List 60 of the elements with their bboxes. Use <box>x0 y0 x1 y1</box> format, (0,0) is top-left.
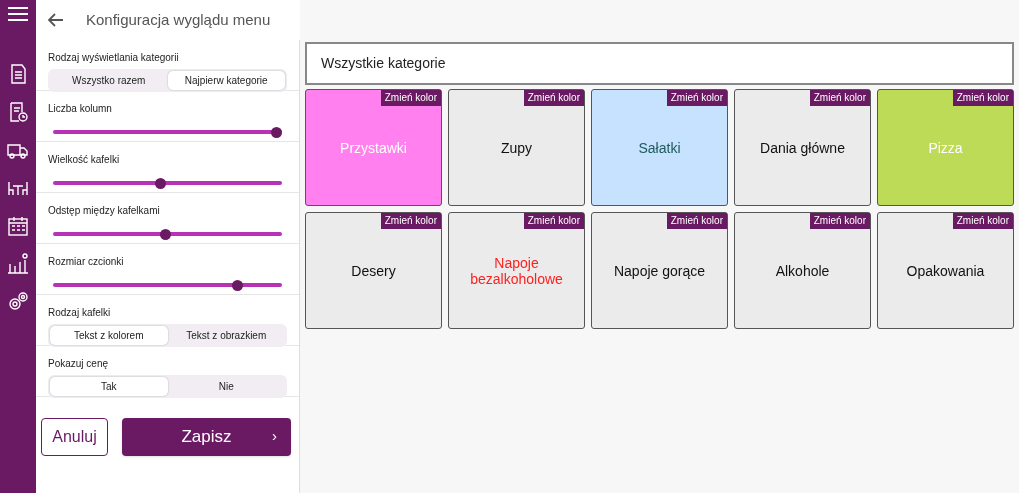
category-tile[interactable]: Zmień kolor Przystawki <box>305 89 442 206</box>
tile-label: Desery <box>351 262 396 279</box>
chevron-icon: › <box>272 425 277 448</box>
segment-option[interactable]: Najpierw kategorie <box>167 71 285 90</box>
change-color-button[interactable]: Zmień kolor <box>380 213 441 229</box>
setting-label: Wielkość kafelki <box>47 153 121 167</box>
setting-label: Pokazuj cenę <box>47 357 110 371</box>
slider-thumb[interactable] <box>231 279 243 291</box>
slider[interactable] <box>53 279 282 291</box>
category-tile[interactable]: Zmień kolor Alkohole <box>734 212 871 329</box>
calendar-icon[interactable] <box>6 214 30 238</box>
category-tile[interactable]: Zmień kolor Pizza <box>877 89 1014 206</box>
segment-option[interactable]: Tekst z kolorem <box>50 326 168 345</box>
tile-label: Alkohole <box>775 262 830 279</box>
change-color-button[interactable]: Zmień kolor <box>666 213 727 229</box>
slider[interactable] <box>53 228 282 240</box>
tile-label: Dania główne <box>760 139 845 156</box>
segment-option[interactable]: Tekst z obrazkiem <box>167 326 285 345</box>
setting-label: Odstęp między kafelkami <box>47 204 161 218</box>
tile-label: Sałatki <box>638 139 681 156</box>
change-color-button[interactable]: Zmień kolor <box>666 90 727 106</box>
tile-label: Napoje bezalkoholowe <box>469 254 564 287</box>
change-color-button[interactable]: Zmień kolor <box>523 90 584 106</box>
cancel-button[interactable]: Anuluj <box>41 418 108 456</box>
slider-thumb[interactable] <box>271 126 282 138</box>
segment-option[interactable]: Wszystko razem <box>50 71 168 90</box>
tile-label: Napoje gorące <box>613 262 706 279</box>
segment-option[interactable]: Nie <box>167 377 285 396</box>
slider-thumb[interactable] <box>159 228 171 240</box>
change-color-button[interactable]: Zmień kolor <box>952 90 1013 106</box>
category-tile[interactable]: Zmień kolor Desery <box>305 212 442 329</box>
tile-label: Pizza <box>928 139 963 156</box>
change-color-button[interactable]: Zmień kolor <box>523 213 584 229</box>
change-color-button[interactable]: Zmień kolor <box>809 213 870 229</box>
change-color-button[interactable]: Zmień kolor <box>380 90 441 106</box>
category-bar[interactable]: Wszystkie kategorie <box>305 42 1014 85</box>
back-arrow-icon[interactable] <box>48 13 64 27</box>
category-tile[interactable]: Zmień kolor Sałatki <box>591 89 728 206</box>
chart-icon[interactable] <box>6 252 30 276</box>
slider[interactable] <box>53 177 282 189</box>
category-tile[interactable]: Zmień kolor Napoje gorące <box>591 212 728 329</box>
tile-label: Zupy <box>500 139 533 156</box>
setting-label: Rodzaj kafelki <box>47 306 112 320</box>
slider-thumb[interactable] <box>155 177 167 189</box>
change-color-button[interactable]: Zmień kolor <box>952 213 1013 229</box>
category-tile[interactable]: Zmień kolor Dania główne <box>734 89 871 206</box>
setting-label: Rodzaj wyświetlania kategorii <box>47 51 180 65</box>
category-tile[interactable]: Zmień kolor Opakowania <box>877 212 1014 329</box>
save-button[interactable]: Zapisz › <box>122 418 291 456</box>
page-title: Konfiguracja wyglądu menu <box>86 9 271 30</box>
setting-label: Liczba kolumn <box>47 102 113 116</box>
tile-label: Opakowania <box>906 262 985 279</box>
change-color-button[interactable]: Zmień kolor <box>809 90 870 106</box>
setting-label: Rozmiar czcionki <box>47 255 125 269</box>
menu-icon[interactable] <box>8 6 28 22</box>
segment-option[interactable]: Tak <box>50 377 168 396</box>
category-tile[interactable]: Zmień kolor Zupy <box>448 89 585 206</box>
tile-label: Przystawki <box>340 139 407 156</box>
slider[interactable] <box>53 126 282 138</box>
category-tile[interactable]: Zmień kolor Napoje bezalkoholowe <box>448 212 585 329</box>
